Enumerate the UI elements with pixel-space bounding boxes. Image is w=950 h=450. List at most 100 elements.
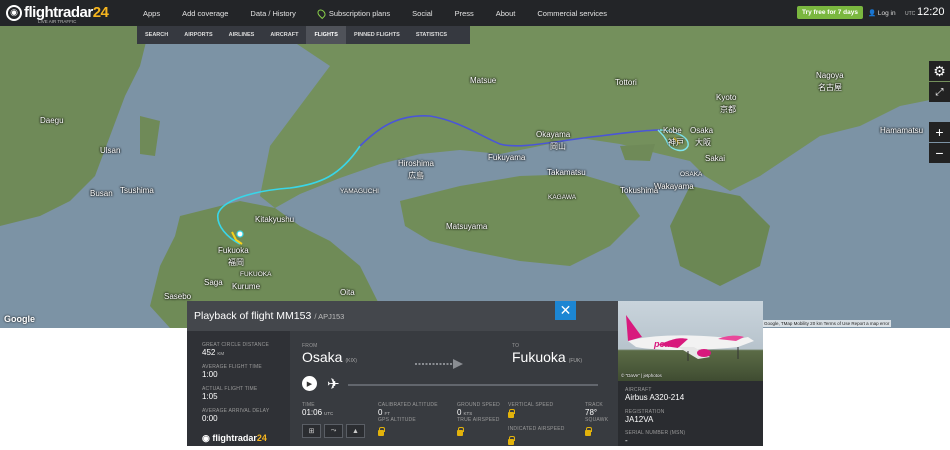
settings-button[interactable]: ⚙ xyxy=(929,61,950,81)
panel-title: Playback of flight MM153/ APJ153 xyxy=(194,310,344,322)
map-place-label: Sakai xyxy=(705,154,726,163)
subnav-pinned-flights[interactable]: PINNED FLIGHTS xyxy=(346,26,408,44)
stat-actual-flight-time: ACTUAL FLIGHT TIME 1:05 xyxy=(202,386,257,401)
location-pin-icon xyxy=(315,7,328,19)
from-code: (KIX) xyxy=(345,358,357,364)
user-icon: 👤 xyxy=(868,10,877,17)
stat-value: 452 xyxy=(202,348,216,357)
logo-subtitle: LIVE AIR TRAFFIC xyxy=(38,19,77,24)
subnav-airports[interactable]: AIRPORTS xyxy=(176,26,220,44)
map-place-label: Kobe xyxy=(663,126,682,135)
subnav-flights[interactable]: FLIGHTS xyxy=(306,26,346,44)
map-place-label: Wakayama xyxy=(654,182,694,191)
indicated-airspeed-label: INDICATED AIRSPEED xyxy=(508,426,565,432)
lock-icon[interactable] xyxy=(585,427,592,436)
stat-avg-arrival-delay: AVERAGE ARRIVAL DELAY 0:00 xyxy=(202,408,269,423)
playback-timeline[interactable] xyxy=(348,384,598,386)
fullscreen-button[interactable]: ⤢ xyxy=(929,82,950,102)
nav-about[interactable]: About xyxy=(496,9,516,18)
flightradar-logo[interactable]: ◉ flightradar24 LIVE AIR TRAFFIC xyxy=(6,4,109,24)
flight-details: FROM Osaka (KIX) TO Fukuoka (FUK) ▶ ✈ TIME… xyxy=(290,331,618,446)
nav-apps[interactable]: Apps xyxy=(143,9,160,18)
altitude-col: CALIBRATED ALTITUDE 0 FT GPS ALTITUDE xyxy=(378,402,438,441)
stat-distance: GREAT CIRCLE DISTANCE 452 KM xyxy=(202,342,269,357)
zoom-out-button[interactable]: − xyxy=(929,143,950,163)
minus-icon: − xyxy=(935,145,944,161)
from-city-name: Osaka xyxy=(302,349,343,365)
grid-view-button[interactable]: ⊞ xyxy=(302,424,321,438)
chart-view-button[interactable]: ▲ xyxy=(346,424,365,438)
subnav-statistics[interactable]: STATISTICS xyxy=(408,26,455,44)
map-place-label: Busan xyxy=(90,189,113,198)
plus-icon: + xyxy=(935,124,944,140)
map-place-label: Daegu xyxy=(40,116,64,125)
logo-number: 24 xyxy=(92,4,109,21)
vertical-speed-label: VERTICAL SPEED xyxy=(508,402,554,408)
map-place-label: 広島 xyxy=(408,171,424,180)
grid-icon: ⊞ xyxy=(308,428,315,435)
login-button[interactable]: 👤 Log in xyxy=(868,9,896,17)
try-free-button[interactable]: Try free for 7 days xyxy=(797,6,863,19)
nav-subscription-plans[interactable]: Subscription plans xyxy=(315,7,390,19)
top-bar: ◉ flightradar24 LIVE AIR TRAFFIC Apps Ad… xyxy=(0,0,950,26)
nav-commercial-services[interactable]: Commercial services xyxy=(537,9,607,18)
aircraft-photo[interactable]: peach © "DaVe" | jetphotos xyxy=(618,301,763,381)
map-place-label: Matsuyama xyxy=(446,222,488,231)
close-button[interactable]: ✕ xyxy=(555,301,576,320)
true-airspeed-label: TRUE AIRSPEED xyxy=(457,417,500,423)
google-logo: Google xyxy=(4,314,35,324)
map-attribution[interactable]: Google, TMap Mobility 20 km Terms of Use… xyxy=(762,320,892,327)
play-button[interactable]: ▶ xyxy=(302,376,317,391)
lock-icon[interactable] xyxy=(457,427,464,436)
subnav-search[interactable]: SEARCH xyxy=(137,26,176,44)
map-terrain xyxy=(0,26,950,328)
map-place-label: Kitakyushu xyxy=(255,215,295,224)
view-tools: ⊞ ⤳ ▲ xyxy=(302,424,368,438)
to-city-name: Fukuoka xyxy=(512,349,566,365)
track-col: TRACK 78° SQUAWK xyxy=(585,402,608,441)
aircraft-serial: SERIAL NUMBER (MSN) - xyxy=(625,430,685,445)
subnav-aircraft[interactable]: AIRCRAFT xyxy=(262,26,306,44)
map-place-label: Fukuyama xyxy=(488,153,526,162)
stat-value: 0:00 xyxy=(202,414,218,423)
photo-credit[interactable]: © "DaVe" | jetphotos xyxy=(621,373,662,378)
nav-add-coverage[interactable]: Add coverage xyxy=(182,9,228,18)
flight-stats: GREAT CIRCLE DISTANCE 452 KM AVERAGE FLIG… xyxy=(187,331,290,446)
chart-icon: ▲ xyxy=(352,427,359,435)
map-place-label: Okayama xyxy=(536,130,571,139)
fr24-logo-small: ◉ flightradar24 xyxy=(202,433,267,444)
to-city[interactable]: Fukuoka (FUK) xyxy=(512,349,582,365)
radar-icon: ◉ xyxy=(6,4,22,21)
map-place-label: KAGAWA xyxy=(548,194,577,201)
nav-press[interactable]: Press xyxy=(455,9,474,18)
serial-value: - xyxy=(625,436,628,445)
gear-icon: ⚙ xyxy=(933,62,946,79)
nav-social[interactable]: Social xyxy=(412,9,432,18)
airplane-icon: ✈ xyxy=(327,376,340,393)
stat-avg-flight-time: AVERAGE FLIGHT TIME 1:00 xyxy=(202,364,262,379)
time-unit: UTC xyxy=(324,411,334,416)
map[interactable]: Busan Hiroshima 広島 Okayama 岡山 Kobe Osaka 神戸 大阪 Ky… xyxy=(0,26,950,328)
nav-data-history[interactable]: Data / History xyxy=(250,9,295,18)
cal-alt-unit: FT xyxy=(384,411,390,416)
map-place-label: OSAKA xyxy=(680,171,703,178)
main-nav: Apps Add coverage Data / History Subscri… xyxy=(143,0,629,26)
lock-icon[interactable] xyxy=(508,436,515,445)
speed-col: GROUND SPEED 0 KTS TRUE AIRSPEED xyxy=(457,402,500,441)
aircraft-value[interactable]: Airbus A320-214 xyxy=(625,393,684,402)
subnav-airlines[interactable]: AIRLINES xyxy=(221,26,263,44)
zoom-in-button[interactable]: + xyxy=(929,122,950,142)
map-place-label: Kurume xyxy=(232,282,261,291)
lock-icon[interactable] xyxy=(378,427,385,436)
gps-alt-label: GPS ALTITUDE xyxy=(378,417,416,423)
from-city[interactable]: Osaka (KIX) xyxy=(302,349,357,365)
panel-header: Playback of flight MM153/ APJ153 xyxy=(187,301,618,331)
track-value: 78° xyxy=(585,408,598,417)
livery-text: peach xyxy=(654,339,681,349)
route-view-button[interactable]: ⤳ xyxy=(324,424,343,438)
map-place-label: Hiroshima xyxy=(398,159,435,168)
map-place-label: Tsushima xyxy=(120,186,154,195)
registration-value[interactable]: JA12VA xyxy=(625,415,665,424)
vertical-col: VERTICAL SPEED INDICATED AIRSPEED xyxy=(508,402,565,450)
lock-icon[interactable] xyxy=(508,409,515,418)
